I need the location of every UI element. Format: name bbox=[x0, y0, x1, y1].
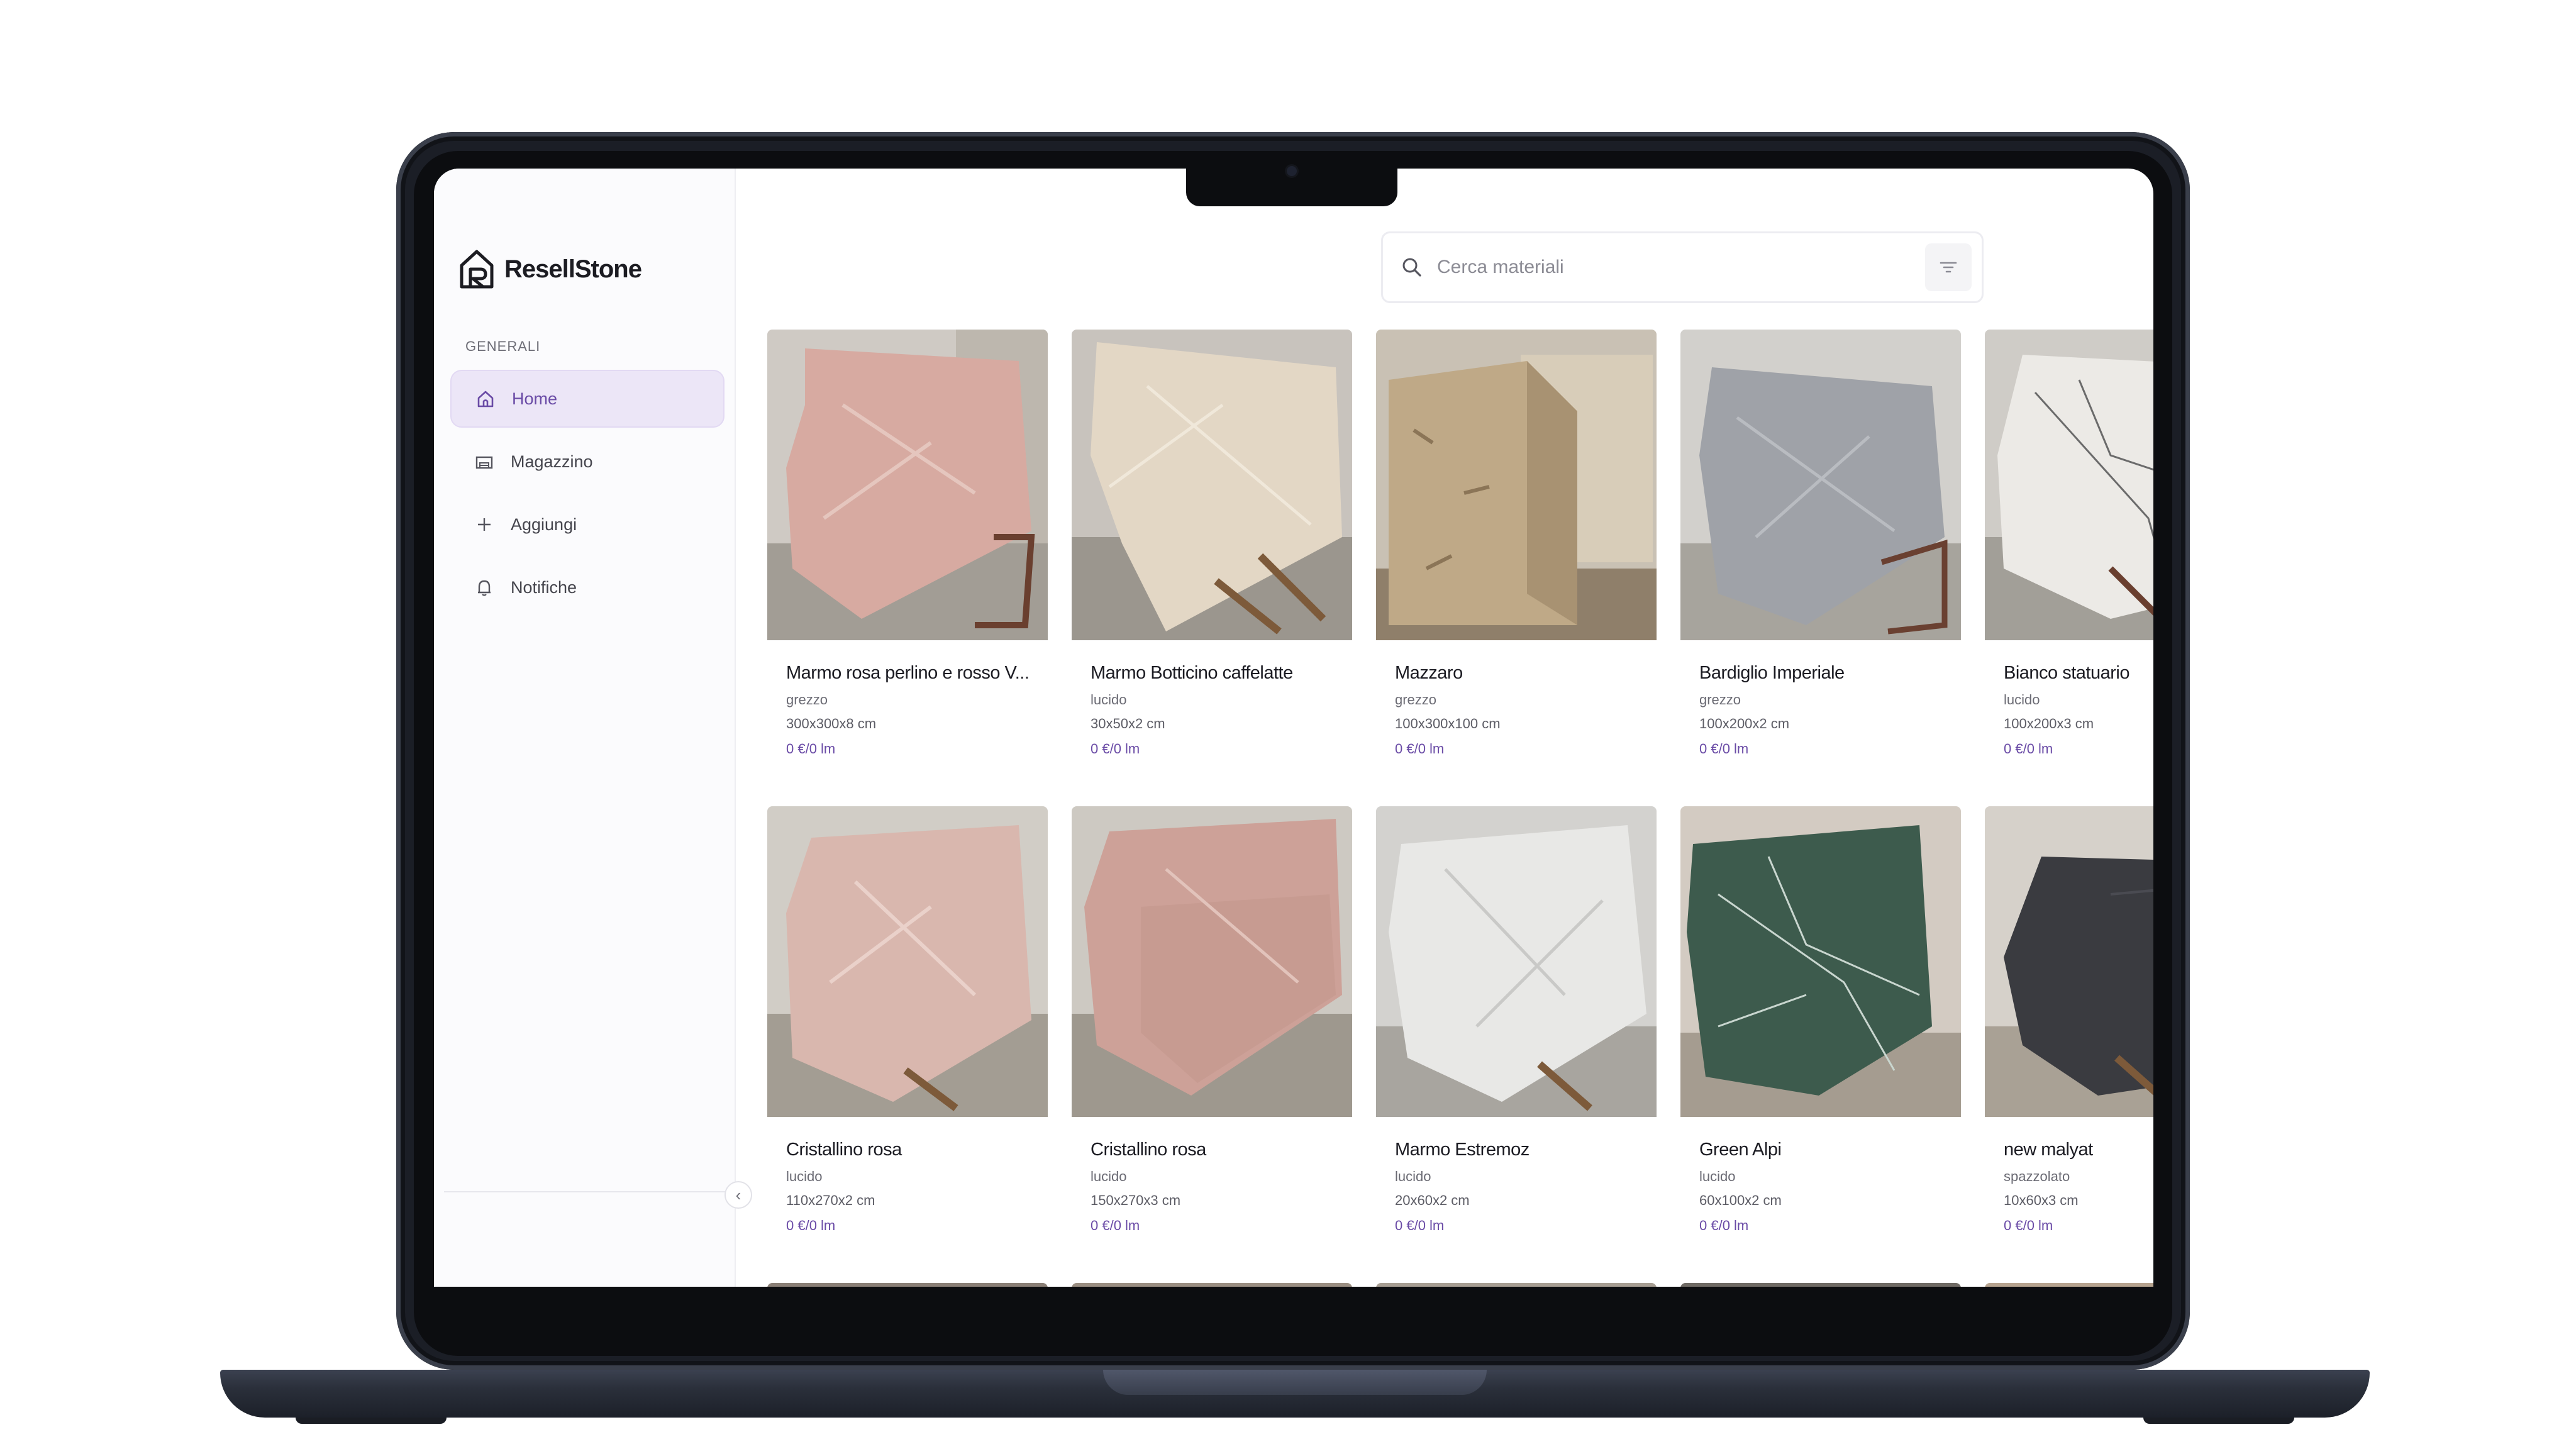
product-image-green-alpi bbox=[1680, 806, 1961, 1117]
product-title: Marmo Botticino caffelatte bbox=[1091, 663, 1293, 683]
home-icon bbox=[474, 387, 497, 410]
product-price: 0 €/0 lm bbox=[786, 1218, 836, 1233]
product-image-cristallino-rosa-2 bbox=[1072, 806, 1352, 1117]
product-image-mazzaro-block bbox=[1376, 330, 1657, 640]
laptop-foot-right bbox=[2143, 1418, 2294, 1424]
sidebar-item-home[interactable]: Home bbox=[450, 370, 724, 428]
product-title: Marmo Estremoz bbox=[1395, 1140, 1530, 1160]
product-price: 0 €/0 lm bbox=[1395, 1218, 1445, 1233]
product-dimensions: 300x300x8 cm bbox=[786, 716, 877, 731]
camera-icon bbox=[1287, 166, 1297, 176]
product-card[interactable]: Marmo rosa perlino e rosso V... grezzo 3… bbox=[767, 330, 1048, 770]
screen-bottom-bezel bbox=[434, 1287, 2153, 1313]
product-image-bardiglio bbox=[1680, 330, 1961, 640]
product-title: Cristallino rosa bbox=[1091, 1140, 1206, 1160]
sidebar-item-notifiche[interactable]: Notifiche bbox=[450, 558, 724, 616]
search-bar bbox=[1381, 231, 1984, 303]
product-card[interactable]: Bardiglio Imperiale grezzo 100x200x2 cm … bbox=[1680, 330, 1961, 770]
product-card-partial[interactable] bbox=[1072, 1283, 1352, 1287]
product-card[interactable]: Green Alpi lucido 60x100x2 cm 0 €/0 lm bbox=[1680, 806, 1961, 1246]
product-finish: lucido bbox=[1091, 692, 1127, 708]
product-image-new-malyat bbox=[1985, 806, 2153, 1117]
product-price: 0 €/0 lm bbox=[786, 741, 836, 757]
product-dimensions: 100x200x3 cm bbox=[2004, 716, 2094, 731]
product-image-marble-rosa bbox=[767, 330, 1048, 640]
product-dimensions: 150x270x3 cm bbox=[1091, 1192, 1181, 1208]
product-card-partial[interactable] bbox=[1376, 1283, 1657, 1287]
sidebar-item-magazzino[interactable]: Magazzino bbox=[450, 433, 724, 491]
sidebar-item-label: Home bbox=[512, 389, 558, 408]
filter-icon bbox=[1940, 262, 1957, 273]
product-title: Bianco statuario bbox=[2004, 663, 2129, 683]
product-price: 0 €/0 lm bbox=[2004, 741, 2053, 757]
sidebar-item-label: Aggiungi bbox=[511, 514, 577, 534]
brand[interactable]: ResellStone bbox=[459, 249, 642, 289]
sidebar-collapse-button[interactable]: ‹ bbox=[724, 1181, 752, 1209]
sidebar-item-label: Magazzino bbox=[511, 452, 593, 471]
app-screen: ResellStone GENERALI Home Magazzino Aggi… bbox=[434, 169, 2153, 1287]
product-dimensions: 20x60x2 cm bbox=[1395, 1192, 1470, 1208]
product-dimensions: 10x60x3 cm bbox=[2004, 1192, 2079, 1208]
sidebar-item-aggiungi[interactable]: Aggiungi bbox=[450, 496, 724, 553]
chevron-left-icon: ‹ bbox=[735, 1185, 741, 1204]
product-finish: grezzo bbox=[1395, 692, 1437, 708]
product-card-partial[interactable] bbox=[1985, 1283, 2153, 1287]
filter-button[interactable] bbox=[1925, 243, 1972, 291]
product-card[interactable]: new malyat spazzolato 10x60x3 cm 0 €/0 l… bbox=[1985, 806, 2153, 1246]
product-finish: lucido bbox=[1091, 1169, 1127, 1184]
product-price: 0 €/0 lm bbox=[1395, 741, 1445, 757]
search-input[interactable] bbox=[1437, 257, 1877, 278]
sidebar-item-label: Notifiche bbox=[511, 577, 577, 597]
product-card[interactable]: Cristallino rosa lucido 110x270x2 cm 0 €… bbox=[767, 806, 1048, 1246]
product-title: Bardiglio Imperiale bbox=[1699, 663, 1845, 683]
product-finish: lucido bbox=[2004, 692, 2040, 708]
product-title: Cristallino rosa bbox=[786, 1140, 902, 1160]
product-title: Marmo rosa perlino e rosso V... bbox=[786, 663, 1030, 683]
product-card-partial[interactable] bbox=[1680, 1283, 1961, 1287]
product-image-marmo-estremoz bbox=[1376, 806, 1657, 1117]
product-price: 0 €/0 lm bbox=[1699, 741, 1749, 757]
product-card[interactable]: Cristallino rosa lucido 150x270x3 cm 0 €… bbox=[1072, 806, 1352, 1246]
sidebar: ResellStone GENERALI Home Magazzino Aggi… bbox=[434, 169, 736, 1287]
warehouse-icon bbox=[473, 450, 496, 473]
product-grid: Marmo rosa perlino e rosso V... grezzo 3… bbox=[767, 330, 2153, 1287]
sidebar-divider bbox=[444, 1191, 733, 1192]
product-dimensions: 100x300x100 cm bbox=[1395, 716, 1501, 731]
bell-icon bbox=[473, 576, 496, 599]
product-finish: lucido bbox=[786, 1169, 823, 1184]
laptop-foot-left bbox=[296, 1418, 447, 1424]
product-card[interactable]: Marmo Estremoz lucido 20x60x2 cm 0 €/0 l… bbox=[1376, 806, 1657, 1246]
product-finish: lucido bbox=[1699, 1169, 1736, 1184]
product-title: new malyat bbox=[2004, 1140, 2093, 1160]
plus-icon bbox=[473, 513, 496, 536]
product-card[interactable]: Mazzaro grezzo 100x300x100 cm 0 €/0 lm bbox=[1376, 330, 1657, 770]
product-price: 0 €/0 lm bbox=[2004, 1218, 2053, 1233]
nav-section-label: GENERALI bbox=[465, 338, 541, 354]
product-price: 0 €/0 lm bbox=[1091, 741, 1140, 757]
product-image-cristallino-rosa bbox=[767, 806, 1048, 1117]
product-card[interactable]: Bianco statuario lucido 100x200x3 cm 0 €… bbox=[1985, 330, 2153, 770]
logo-icon bbox=[460, 250, 494, 289]
laptop-hinge-notch bbox=[1103, 1370, 1487, 1395]
search-icon bbox=[1402, 258, 1421, 277]
product-image-bianco-statuario bbox=[1985, 330, 2153, 640]
product-image-marble-botticino bbox=[1072, 330, 1352, 640]
product-finish: spazzolato bbox=[2004, 1169, 2070, 1184]
product-dimensions: 60x100x2 cm bbox=[1699, 1192, 1782, 1208]
product-finish: grezzo bbox=[786, 692, 828, 708]
product-dimensions: 110x270x2 cm bbox=[786, 1192, 875, 1208]
product-title: Green Alpi bbox=[1699, 1140, 1782, 1160]
product-finish: grezzo bbox=[1699, 692, 1741, 708]
product-card-partial[interactable] bbox=[767, 1283, 1048, 1287]
product-dimensions: 100x200x2 cm bbox=[1699, 716, 1790, 731]
app-name: ResellStone bbox=[504, 255, 642, 283]
product-price: 0 €/0 lm bbox=[1699, 1218, 1749, 1233]
product-title: Mazzaro bbox=[1395, 663, 1463, 683]
product-dimensions: 30x50x2 cm bbox=[1091, 716, 1165, 731]
product-card[interactable]: Marmo Botticino caffelatte lucido 30x50x… bbox=[1072, 330, 1352, 770]
product-finish: lucido bbox=[1395, 1169, 1431, 1184]
product-price: 0 €/0 lm bbox=[1091, 1218, 1140, 1233]
